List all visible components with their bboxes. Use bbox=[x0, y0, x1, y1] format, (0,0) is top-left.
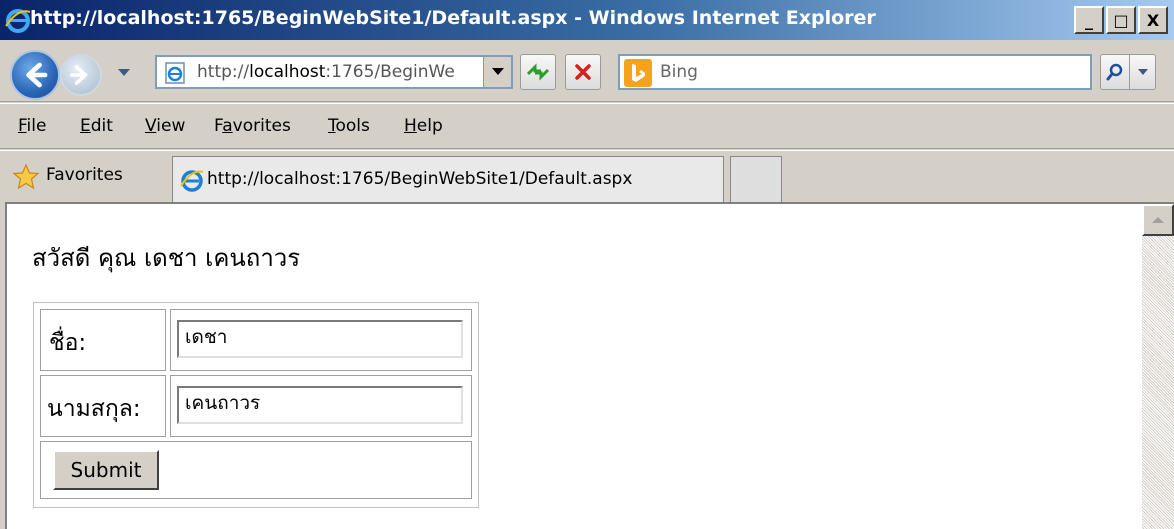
first-name-label-cell: ชื่อ: bbox=[40, 309, 166, 371]
refresh-button[interactable] bbox=[520, 54, 556, 90]
menu-tools-rest: ools bbox=[335, 116, 370, 136]
menu-tools-accel: T bbox=[328, 116, 336, 136]
internet-explorer-icon bbox=[5, 9, 31, 33]
address-dropdown-button[interactable] bbox=[483, 57, 511, 87]
search-box[interactable]: Bing bbox=[618, 54, 1092, 90]
menu-view-rest: iew bbox=[156, 116, 186, 136]
recent-pages-dropdown-icon[interactable] bbox=[116, 66, 132, 78]
address-text[interactable]: http://localhost:1765/BeginWe bbox=[197, 62, 467, 82]
submit-cell: Submit bbox=[40, 441, 472, 499]
close-button[interactable]: X bbox=[1138, 6, 1168, 34]
chevron-down-icon bbox=[1137, 69, 1148, 75]
last-name-input-cell: เคนถาวร bbox=[170, 375, 472, 437]
last-name-label: นามสกุล: bbox=[47, 396, 141, 422]
minimize-button[interactable]: _ bbox=[1074, 6, 1104, 34]
chevron-up-icon bbox=[1152, 217, 1164, 223]
submit-button[interactable]: Submit bbox=[53, 450, 159, 490]
internet-explorer-icon bbox=[180, 170, 204, 192]
menu-edit[interactable]: Edit bbox=[80, 116, 113, 136]
window-title-bar[interactable]: http://localhost:1765/BeginWebSite1/Defa… bbox=[0, 0, 1174, 40]
address-suffix: :1765/BeginWe bbox=[325, 62, 455, 82]
vertical-scrollbar[interactable] bbox=[1142, 204, 1174, 529]
window-title: http://localhost:1765/BeginWebSite1/Defa… bbox=[30, 7, 876, 29]
first-name-input[interactable]: เดชา bbox=[177, 320, 463, 358]
search-options-button[interactable] bbox=[1130, 54, 1156, 90]
menu-help-accel: H bbox=[404, 116, 417, 136]
chevron-down-icon bbox=[491, 68, 504, 75]
forward-arrow-icon bbox=[70, 65, 88, 85]
search-icon bbox=[1106, 63, 1123, 81]
first-name-input-cell: เดชา bbox=[170, 309, 472, 371]
last-name-input[interactable]: เคนถาวร bbox=[177, 386, 463, 424]
menu-file[interactable]: File bbox=[18, 116, 46, 136]
maximize-button[interactable]: □ bbox=[1106, 6, 1136, 34]
menu-edit-accel: E bbox=[80, 116, 91, 136]
back-button[interactable] bbox=[10, 50, 60, 100]
stop-icon bbox=[575, 64, 591, 80]
menu-view[interactable]: View bbox=[145, 116, 185, 136]
address-host: localhost bbox=[249, 62, 326, 82]
scroll-up-button[interactable] bbox=[1142, 204, 1174, 236]
greeting-text: สวัสดี คุณ เดชา เคนถาวร bbox=[32, 244, 301, 272]
stop-button[interactable] bbox=[565, 54, 601, 90]
menu-tools[interactable]: Tools bbox=[328, 116, 370, 136]
last-name-label-cell: นามสกุล: bbox=[40, 375, 166, 437]
page-icon bbox=[165, 62, 185, 84]
favorites-bar: Favorites http://localhost:1765/BeginWeb… bbox=[0, 150, 1174, 203]
address-prefix: http:// bbox=[197, 62, 250, 82]
favorites-star-icon[interactable] bbox=[12, 163, 40, 191]
menu-favorites-pre: F bbox=[214, 116, 223, 136]
search-placeholder[interactable]: Bing bbox=[660, 62, 698, 82]
menu-help[interactable]: Help bbox=[404, 116, 443, 136]
page-content: สวัสดี คุณ เดชา เคนถาวร ชื่อ: เดชา นามสก… bbox=[5, 202, 1174, 529]
search-button[interactable] bbox=[1100, 54, 1130, 90]
menu-edit-rest: dit bbox=[90, 116, 113, 136]
menu-file-rest: ile bbox=[26, 116, 47, 136]
name-form-table: ชื่อ: เดชา นามสกุล: เคนถาวร Submit bbox=[33, 302, 479, 508]
back-arrow-icon bbox=[26, 62, 48, 88]
menu-view-accel: V bbox=[145, 116, 157, 136]
menu-file-accel: F bbox=[18, 116, 27, 136]
favorites-button[interactable]: Favorites bbox=[46, 165, 123, 185]
menu-bar: File Edit View Favorites Tools Help bbox=[0, 103, 1174, 149]
navigation-toolbar: http://localhost:1765/BeginWe Bing bbox=[0, 40, 1174, 102]
menu-favorites-accel: a bbox=[222, 116, 233, 136]
tab-current-page[interactable]: http://localhost:1765/BeginWebSite1/Defa… bbox=[172, 156, 724, 203]
first-name-label: ชื่อ: bbox=[49, 330, 87, 356]
menu-favorites[interactable]: Favorites bbox=[214, 116, 291, 136]
address-bar[interactable]: http://localhost:1765/BeginWe bbox=[155, 55, 513, 89]
forward-button[interactable] bbox=[60, 54, 102, 96]
menu-help-rest: elp bbox=[416, 116, 443, 136]
bing-icon bbox=[624, 59, 652, 87]
refresh-icon bbox=[526, 63, 550, 81]
tab-title: http://localhost:1765/BeginWebSite1/Defa… bbox=[207, 169, 633, 189]
menu-favorites-rest: vorites bbox=[232, 116, 291, 136]
new-tab-button[interactable] bbox=[730, 156, 782, 203]
